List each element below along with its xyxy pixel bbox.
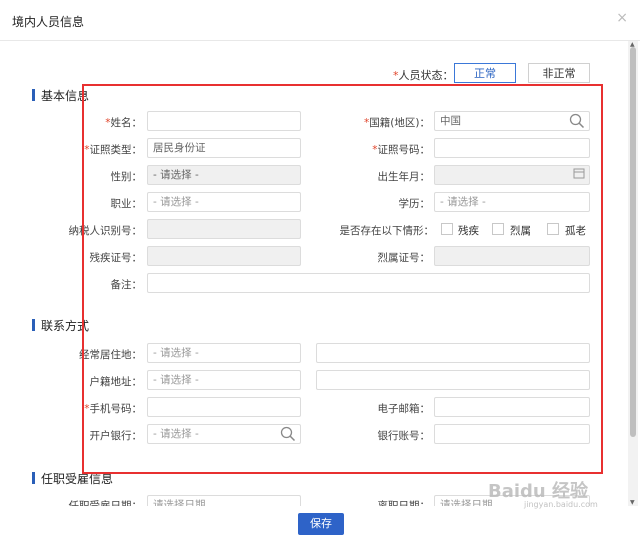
name-input[interactable] — [147, 111, 301, 131]
calendar-icon[interactable] — [573, 167, 585, 184]
section-employment-title: 任职受雇信息 — [32, 470, 113, 487]
dialog-title: 境内人员信息 — [12, 15, 85, 29]
dialog-content: *人员状态： 正常 非正常 基本信息 *姓名： *国籍(地区)： 中国 *证照类… — [0, 41, 626, 506]
close-icon[interactable]: × — [616, 10, 628, 26]
mobile-label: *手机号码： — [84, 403, 142, 415]
watermark-url: jingyan.baidu.com — [524, 500, 598, 509]
vertical-scrollbar[interactable]: ▲ ▼ — [628, 41, 638, 506]
taxid-label: 纳税人识别号： — [68, 225, 143, 237]
birth-date-input[interactable] — [434, 165, 590, 185]
status-row: *人员状态： 正常 非正常 — [0, 63, 626, 87]
scrollbar-thumb[interactable] — [630, 47, 636, 437]
mobile-input[interactable] — [147, 397, 301, 417]
condition-label: 是否存在以下情形： — [339, 225, 435, 237]
hire-date-input[interactable]: 请选择日期 — [147, 495, 301, 506]
residence-label: 经常居住地： — [79, 349, 142, 361]
education-label: 学历： — [398, 198, 431, 210]
bank-select[interactable]: - 请选择 - — [147, 424, 301, 444]
education-select[interactable]: - 请选择 - — [434, 192, 590, 212]
dialog-footer: 保存 — [0, 506, 640, 538]
residence-detail-input[interactable] — [316, 343, 590, 363]
account-input[interactable] — [434, 424, 590, 444]
disability-label: 残疾证号： — [89, 252, 143, 264]
email-label: 电子邮箱： — [377, 403, 431, 415]
remark-input[interactable] — [147, 273, 590, 293]
name-label: *姓名： — [105, 117, 142, 129]
household-detail-input[interactable] — [316, 370, 590, 390]
remark-label: 备注： — [110, 279, 143, 291]
save-button[interactable]: 保存 — [298, 513, 344, 535]
gender-label: 性别： — [110, 171, 143, 183]
disability-input[interactable] — [147, 246, 301, 266]
martyr-input[interactable] — [434, 246, 590, 266]
section-basic-title: 基本信息 — [32, 87, 89, 104]
taxid-input[interactable] — [147, 219, 301, 239]
checkbox-disability[interactable] — [441, 223, 453, 235]
id-number-label: *证照号码： — [372, 144, 430, 156]
martyr-label: 烈属证号： — [377, 252, 431, 264]
id-type-select[interactable]: 居民身份证 — [147, 138, 301, 158]
job-label: 职业： — [110, 198, 143, 210]
hire-date-label: 任职受雇日期： — [68, 500, 143, 506]
dialog-header: 境内人员信息 × — [0, 0, 640, 41]
checkbox-disability-label: 残疾 — [458, 225, 479, 237]
section-contact-title: 联系方式 — [32, 317, 89, 334]
household-select[interactable]: - 请选择 - — [147, 370, 301, 390]
scroll-down-icon[interactable]: ▼ — [630, 499, 635, 506]
checkbox-elderly[interactable] — [547, 223, 559, 235]
account-label: 银行账号： — [377, 430, 431, 442]
id-type-label: *证照类型： — [84, 144, 142, 156]
search-icon[interactable] — [280, 426, 296, 443]
job-select[interactable]: - 请选择 - — [147, 192, 301, 212]
nationality-input[interactable]: 中国 — [434, 111, 590, 131]
id-number-input[interactable] — [434, 138, 590, 158]
status-abnormal-button[interactable]: 非正常 — [528, 63, 590, 83]
checkbox-elderly-label: 孤老 — [565, 225, 586, 237]
gender-select[interactable]: - 请选择 - — [147, 165, 301, 185]
birth-label: 出生年月： — [377, 171, 431, 183]
status-normal-button[interactable]: 正常 — [454, 63, 516, 83]
household-label: 户籍地址： — [89, 376, 143, 388]
nationality-label: *国籍(地区)： — [364, 117, 430, 129]
checkbox-martyr[interactable] — [492, 223, 504, 235]
bank-label: 开户银行： — [89, 430, 143, 442]
residence-select[interactable]: - 请选择 - — [147, 343, 301, 363]
leave-date-label: 离职日期： — [377, 500, 431, 506]
email-input[interactable] — [434, 397, 590, 417]
status-label: *人员状态： — [393, 69, 454, 82]
checkbox-martyr-label: 烈属 — [510, 225, 531, 237]
search-icon[interactable] — [569, 113, 585, 130]
